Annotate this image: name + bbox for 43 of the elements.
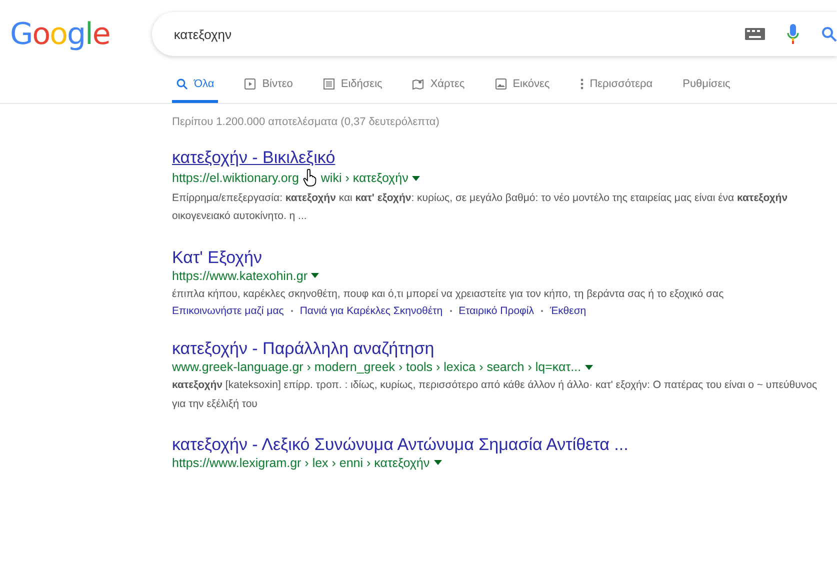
separator-dot	[290, 310, 293, 312]
search-tab[interactable]: Ειδήσεις	[318, 72, 386, 103]
more-dots-icon	[580, 78, 584, 90]
result-url: https://www.katexohin.gr	[172, 268, 308, 283]
search-field[interactable]: κατεξοχην	[152, 12, 837, 56]
search-tab[interactable]: Χάρτες	[408, 72, 469, 103]
search-icon[interactable]	[821, 26, 837, 42]
result-count: Περίπου 1.200.000 αποτελέσματα (0,37 δευτερόλεπτα)	[172, 116, 440, 128]
play-icon	[244, 78, 256, 90]
microphone-icon[interactable]	[787, 24, 799, 44]
google-logo[interactable]: Google	[10, 16, 110, 52]
map-icon	[412, 78, 424, 90]
separator-dot	[450, 310, 452, 312]
search-icon	[176, 78, 188, 90]
result-url: wiki › κατεξοχήν	[320, 171, 408, 185]
image-icon	[494, 78, 507, 90]
sitelink[interactable]: Εταιρικό Προφίλ	[458, 305, 534, 318]
dropdown-caret-icon[interactable]	[311, 273, 320, 278]
newspaper-icon	[322, 78, 335, 90]
search-tab[interactable]: Εικόνες	[490, 72, 554, 103]
keyboard-icon[interactable]	[745, 28, 765, 40]
search-tab[interactable]: Όλα	[172, 72, 218, 103]
result-url: https://www.lexigram.gr › lex › enni › κατεξοχήν	[172, 456, 430, 470]
result-snippet: έπιπλα κήπου, καρέκλες σκηνοθέτη, πουφ και ό,τι μπορεί να χρειαστείτε για τον κήπο, τη βεράντα σας ή το εξοχικό σας	[172, 286, 725, 302]
result-title-link[interactable]: Κατ' Εξοχήν	[172, 248, 262, 268]
search-tab[interactable]: Ρυθμίσεις	[678, 72, 734, 103]
search-tab[interactable]: Βίντεο	[240, 72, 297, 103]
result-url: www.greek-language.gr › modern_greek › tools › lexica › search › lq=κατ...	[172, 360, 582, 374]
dropdown-caret-icon[interactable]	[434, 460, 442, 466]
hand-cursor-icon	[302, 169, 317, 187]
result-title-link[interactable]: κατεξοχήν - Βικιλεξικό	[172, 148, 336, 168]
sitelink[interactable]: Πανιά για Καρέκλες Σκηνοθέτη	[300, 305, 443, 318]
result-snippet: Επίρρημα/επεξεργασία: κατεξοχήν και κατ' εξοχήν: κυρίως, σε μεγάλο βαθμό: το νέο μοντέλο της εταιρείας μας είναι ένα κατεξοχήν οικογενειακό αυτοκίνητο. η ...	[172, 191, 789, 224]
search-tab[interactable]: Περισσότερα	[576, 72, 657, 103]
dropdown-caret-icon[interactable]	[412, 176, 420, 180]
separator-dot	[540, 310, 543, 312]
sitelink[interactable]: Επικοινωνήστε μαζί μας	[172, 305, 284, 318]
result-snippet: κατεξοχήν [kateksoxin] επίρρ. τροπ. : ιδίως, κυρίως, περισσότερο από κάθε άλλον ή άλλο· κατ' εξοχήν: Ο πατέρας του είναι ο ~ υπεύθυνος για την εξέλιξή του	[172, 378, 818, 412]
result-title-link[interactable]: κατεξοχήν - Λεξικό Συνώνυμα Αντώνυμα Σημασία Αντίθετα ...	[172, 434, 628, 455]
sitelink[interactable]: Έκθεση	[550, 305, 586, 318]
result-url: https://el.wiktionary.org	[172, 171, 299, 185]
result-title-link[interactable]: κατεξοχήν - Παράλληλη αναζήτηση	[172, 339, 434, 360]
dropdown-caret-icon[interactable]	[585, 364, 594, 370]
